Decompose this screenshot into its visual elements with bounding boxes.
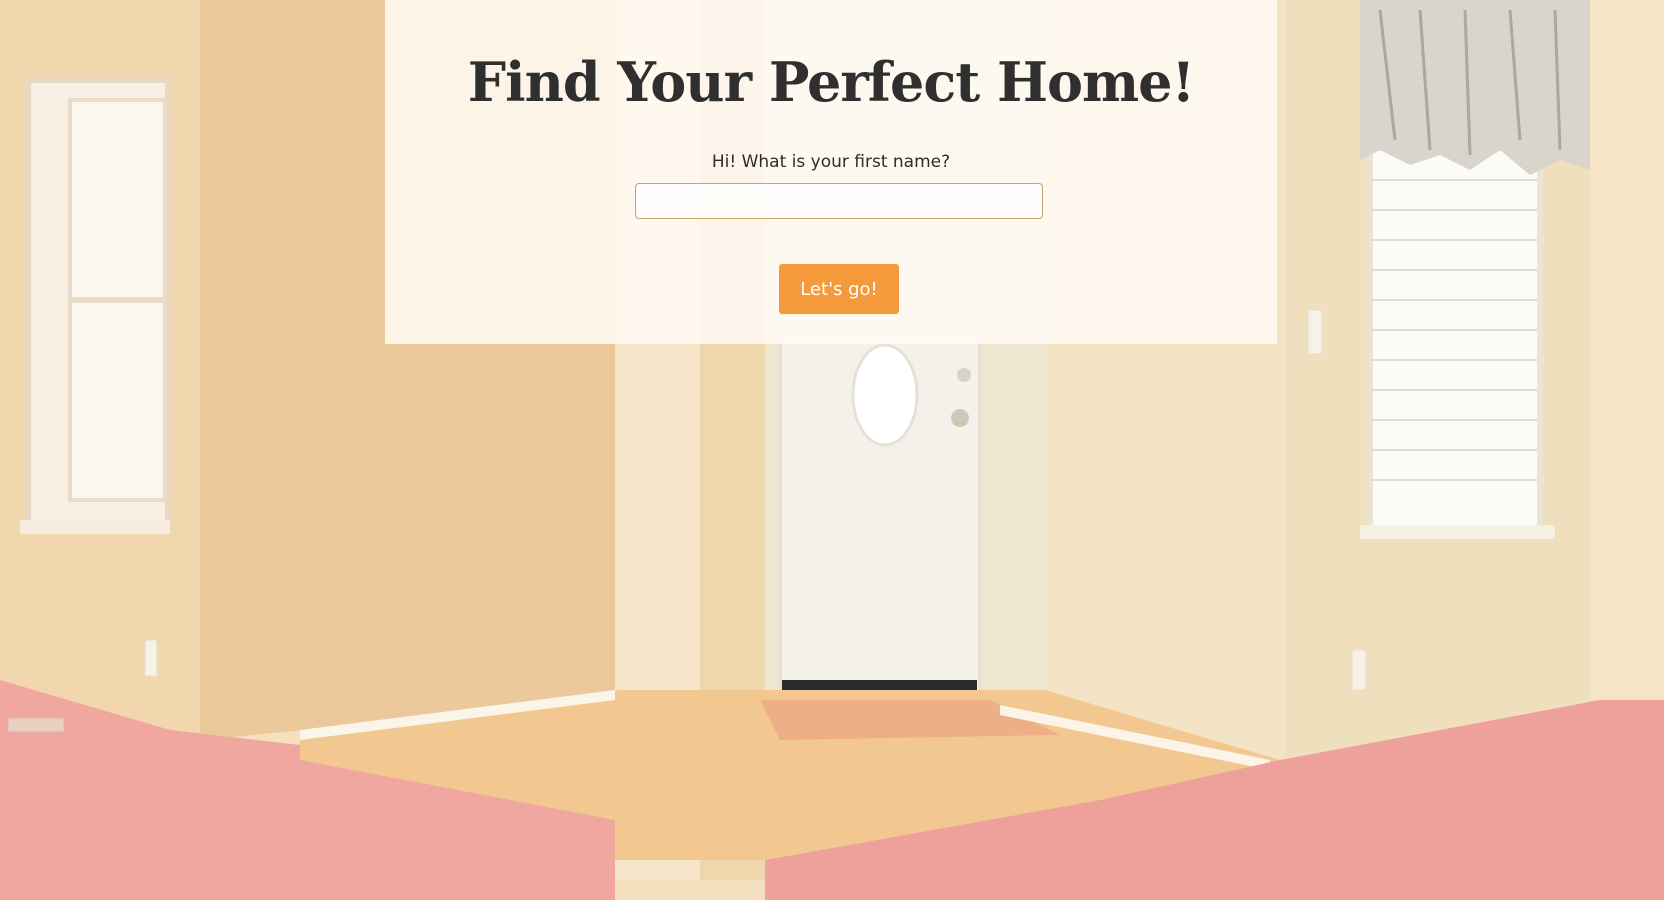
first-name-input[interactable] [635,183,1043,219]
name-prompt-label: Hi! What is your first name? [711,152,951,172]
lets-go-button[interactable]: Let's go! [779,264,899,314]
welcome-panel: Find Your Perfect Home! Hi! What is your… [385,0,1277,344]
page-title: Find Your Perfect Home! [467,50,1195,114]
